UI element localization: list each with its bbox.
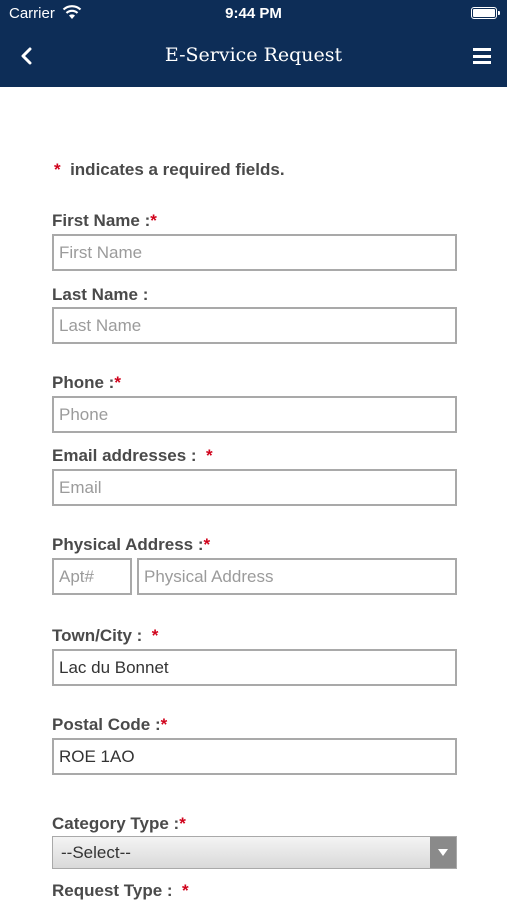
phone-input[interactable] xyxy=(52,396,457,433)
category-selected-value: --Select-- xyxy=(61,843,131,862)
required-note-text: indicates a required fields. xyxy=(70,160,285,179)
phone-label: Phone :* xyxy=(52,373,121,392)
chevron-down-icon xyxy=(430,837,456,868)
email-input[interactable] xyxy=(52,469,457,506)
first-name-input[interactable] xyxy=(52,234,457,271)
menu-button[interactable] xyxy=(471,45,493,67)
town-input[interactable] xyxy=(52,649,457,686)
category-select[interactable]: --Select-- xyxy=(52,836,457,869)
apt-input[interactable] xyxy=(52,558,132,595)
hamburger-icon-bar xyxy=(473,54,491,58)
page-title: E-Service Request xyxy=(164,44,343,66)
category-label: Category Type :* xyxy=(52,814,186,833)
required-note: * indicates a required fields. xyxy=(54,160,285,180)
town-label: Town/City : * xyxy=(52,626,159,645)
nav-bar: E-Service Request xyxy=(0,28,507,87)
status-bar: Carrier 9:44 PM xyxy=(0,0,507,28)
hamburger-icon-bar xyxy=(473,61,491,64)
battery-icon xyxy=(471,7,497,19)
battery-tip xyxy=(498,11,500,15)
email-label: Email addresses : * xyxy=(52,446,213,465)
last-name-label: Last Name : xyxy=(52,285,149,304)
required-star: * xyxy=(54,160,61,179)
postal-label: Postal Code :* xyxy=(52,715,168,734)
clock: 9:44 PM xyxy=(225,5,282,22)
postal-input[interactable] xyxy=(52,738,457,775)
address-label: Physical Address :* xyxy=(52,535,211,554)
hamburger-icon-bar xyxy=(473,48,491,51)
physical-address-input[interactable] xyxy=(137,558,457,595)
first-name-label: First Name :* xyxy=(52,211,157,230)
last-name-input[interactable] xyxy=(52,307,457,344)
request-type-label: Request Type : * xyxy=(52,881,189,900)
